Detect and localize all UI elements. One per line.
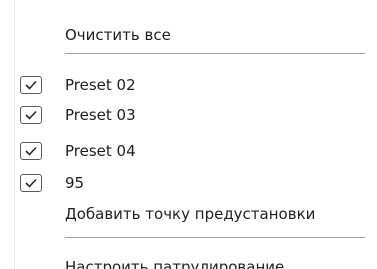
menu-item-preset-03[interactable]: Preset 03 [65, 106, 136, 124]
menu-separator [65, 53, 365, 54]
menu-separator [65, 237, 365, 238]
checkmark-icon [25, 110, 37, 120]
checkmark-icon [25, 178, 37, 188]
preset-95-checkbox[interactable] [20, 174, 42, 192]
menu-item-label: Preset 02 [65, 76, 136, 94]
checkmark-icon [25, 146, 37, 156]
menu-item-clear-all[interactable]: Очистить все [65, 26, 171, 44]
menu-item-preset-02[interactable]: Preset 02 [65, 76, 136, 94]
preset-02-checkbox[interactable] [20, 76, 42, 94]
menu-item-configure-patrol[interactable]: Настроить патрулирование [65, 258, 284, 269]
menu-item-preset-04[interactable]: Preset 04 [65, 142, 136, 160]
preset-03-checkbox[interactable] [20, 106, 42, 124]
menu-item-label: Preset 03 [65, 106, 136, 124]
checkmark-icon [25, 80, 37, 90]
menu-item-label: 95 [65, 174, 85, 192]
context-menu: Очистить все Preset 02 Preset 03 Preset … [14, 0, 377, 269]
menu-item-label: Добавить точку предустановки [65, 205, 316, 223]
menu-item-preset-95[interactable]: 95 [65, 174, 84, 192]
menu-item-label: Preset 04 [65, 142, 136, 160]
menu-item-label: Очистить все [65, 26, 171, 44]
menu-item-add-preset[interactable]: Добавить точку предустановки [65, 205, 315, 223]
preset-04-checkbox[interactable] [20, 142, 42, 160]
menu-item-label: Настроить патрулирование [65, 258, 285, 269]
